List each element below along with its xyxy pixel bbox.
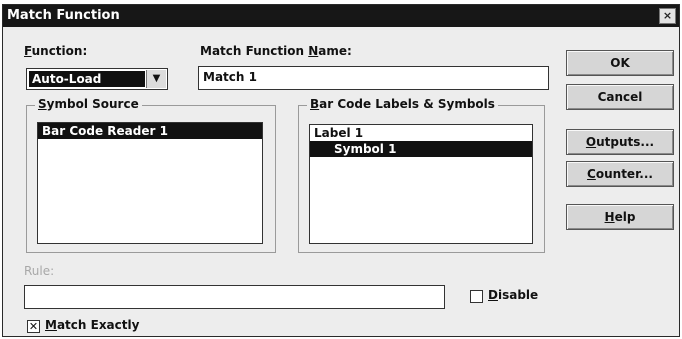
symbol-source-title: Symbol Source bbox=[35, 97, 142, 111]
match-exactly-label-rest: atch Exactly bbox=[56, 318, 140, 332]
barcode-labels-title-underlined: B bbox=[310, 97, 320, 111]
disable-checkbox[interactable] bbox=[470, 290, 483, 303]
counter-button[interactable]: Counter... bbox=[566, 161, 674, 187]
match-name-label-rest: ame: bbox=[318, 44, 352, 58]
symbol-source-group: Symbol Source Bar Code Reader 1 bbox=[26, 97, 276, 253]
function-combobox-value: Auto-Load bbox=[29, 71, 145, 87]
symbol-source-title-rest: ymbol Source bbox=[46, 97, 139, 111]
counter-button-rest: ounter... bbox=[595, 167, 653, 181]
close-icon[interactable]: × bbox=[659, 8, 676, 24]
symbol-source-title-underlined: S bbox=[38, 97, 47, 111]
help-button[interactable]: Help bbox=[566, 204, 674, 230]
function-label: Function: bbox=[24, 44, 87, 58]
symbol-source-listbox[interactable]: Bar Code Reader 1 bbox=[37, 122, 263, 244]
chevron-down-icon[interactable]: ▼ bbox=[146, 70, 166, 88]
match-name-label-underlined: N bbox=[308, 44, 319, 58]
title-bar[interactable]: Match Function × bbox=[3, 5, 679, 27]
rule-label: Rule: bbox=[24, 264, 55, 278]
list-item[interactable]: Label 1 bbox=[310, 125, 532, 141]
match-name-input[interactable]: Match 1 bbox=[198, 66, 549, 90]
barcode-labels-title-rest: ar Code Labels & Symbols bbox=[319, 97, 495, 111]
match-exactly-label: Match Exactly bbox=[45, 318, 139, 332]
outputs-button-underlined: O bbox=[585, 135, 597, 149]
function-combobox[interactable]: Auto-Load ▼ bbox=[26, 68, 168, 90]
counter-button-underlined: C bbox=[587, 167, 596, 181]
ok-button[interactable]: OK bbox=[566, 50, 674, 76]
help-button-rest: elp bbox=[614, 210, 636, 224]
cancel-button[interactable]: Cancel bbox=[566, 84, 674, 110]
barcode-labels-title: Bar Code Labels & Symbols bbox=[307, 97, 498, 111]
disable-label-rest: isable bbox=[497, 288, 539, 302]
match-exactly-label-underlined: M bbox=[45, 318, 57, 332]
function-label-underlined: F bbox=[24, 44, 32, 58]
disable-label: Disable bbox=[488, 288, 538, 302]
match-exactly-checkbox[interactable]: ✕ bbox=[27, 320, 40, 333]
match-function-dialog: Match Function × Function: Auto-Load ▼ M… bbox=[2, 4, 680, 337]
outputs-button-rest: utputs... bbox=[596, 135, 655, 149]
match-name-label-prefix: Match Function bbox=[200, 44, 309, 58]
list-item[interactable]: Bar Code Reader 1 bbox=[38, 123, 262, 139]
list-item[interactable]: Symbol 1 bbox=[310, 141, 532, 157]
help-button-underlined: H bbox=[604, 210, 615, 224]
barcode-labels-listbox[interactable]: Label 1 Symbol 1 bbox=[309, 124, 533, 244]
window-title: Match Function bbox=[7, 8, 120, 23]
match-name-label: Match Function Name: bbox=[200, 44, 352, 58]
outputs-button[interactable]: Outputs... bbox=[566, 129, 674, 155]
disable-label-underlined: D bbox=[488, 288, 498, 302]
rule-input[interactable] bbox=[24, 285, 445, 309]
function-label-rest: unction: bbox=[31, 44, 88, 58]
barcode-labels-group: Bar Code Labels & Symbols Label 1 Symbol… bbox=[298, 97, 545, 253]
